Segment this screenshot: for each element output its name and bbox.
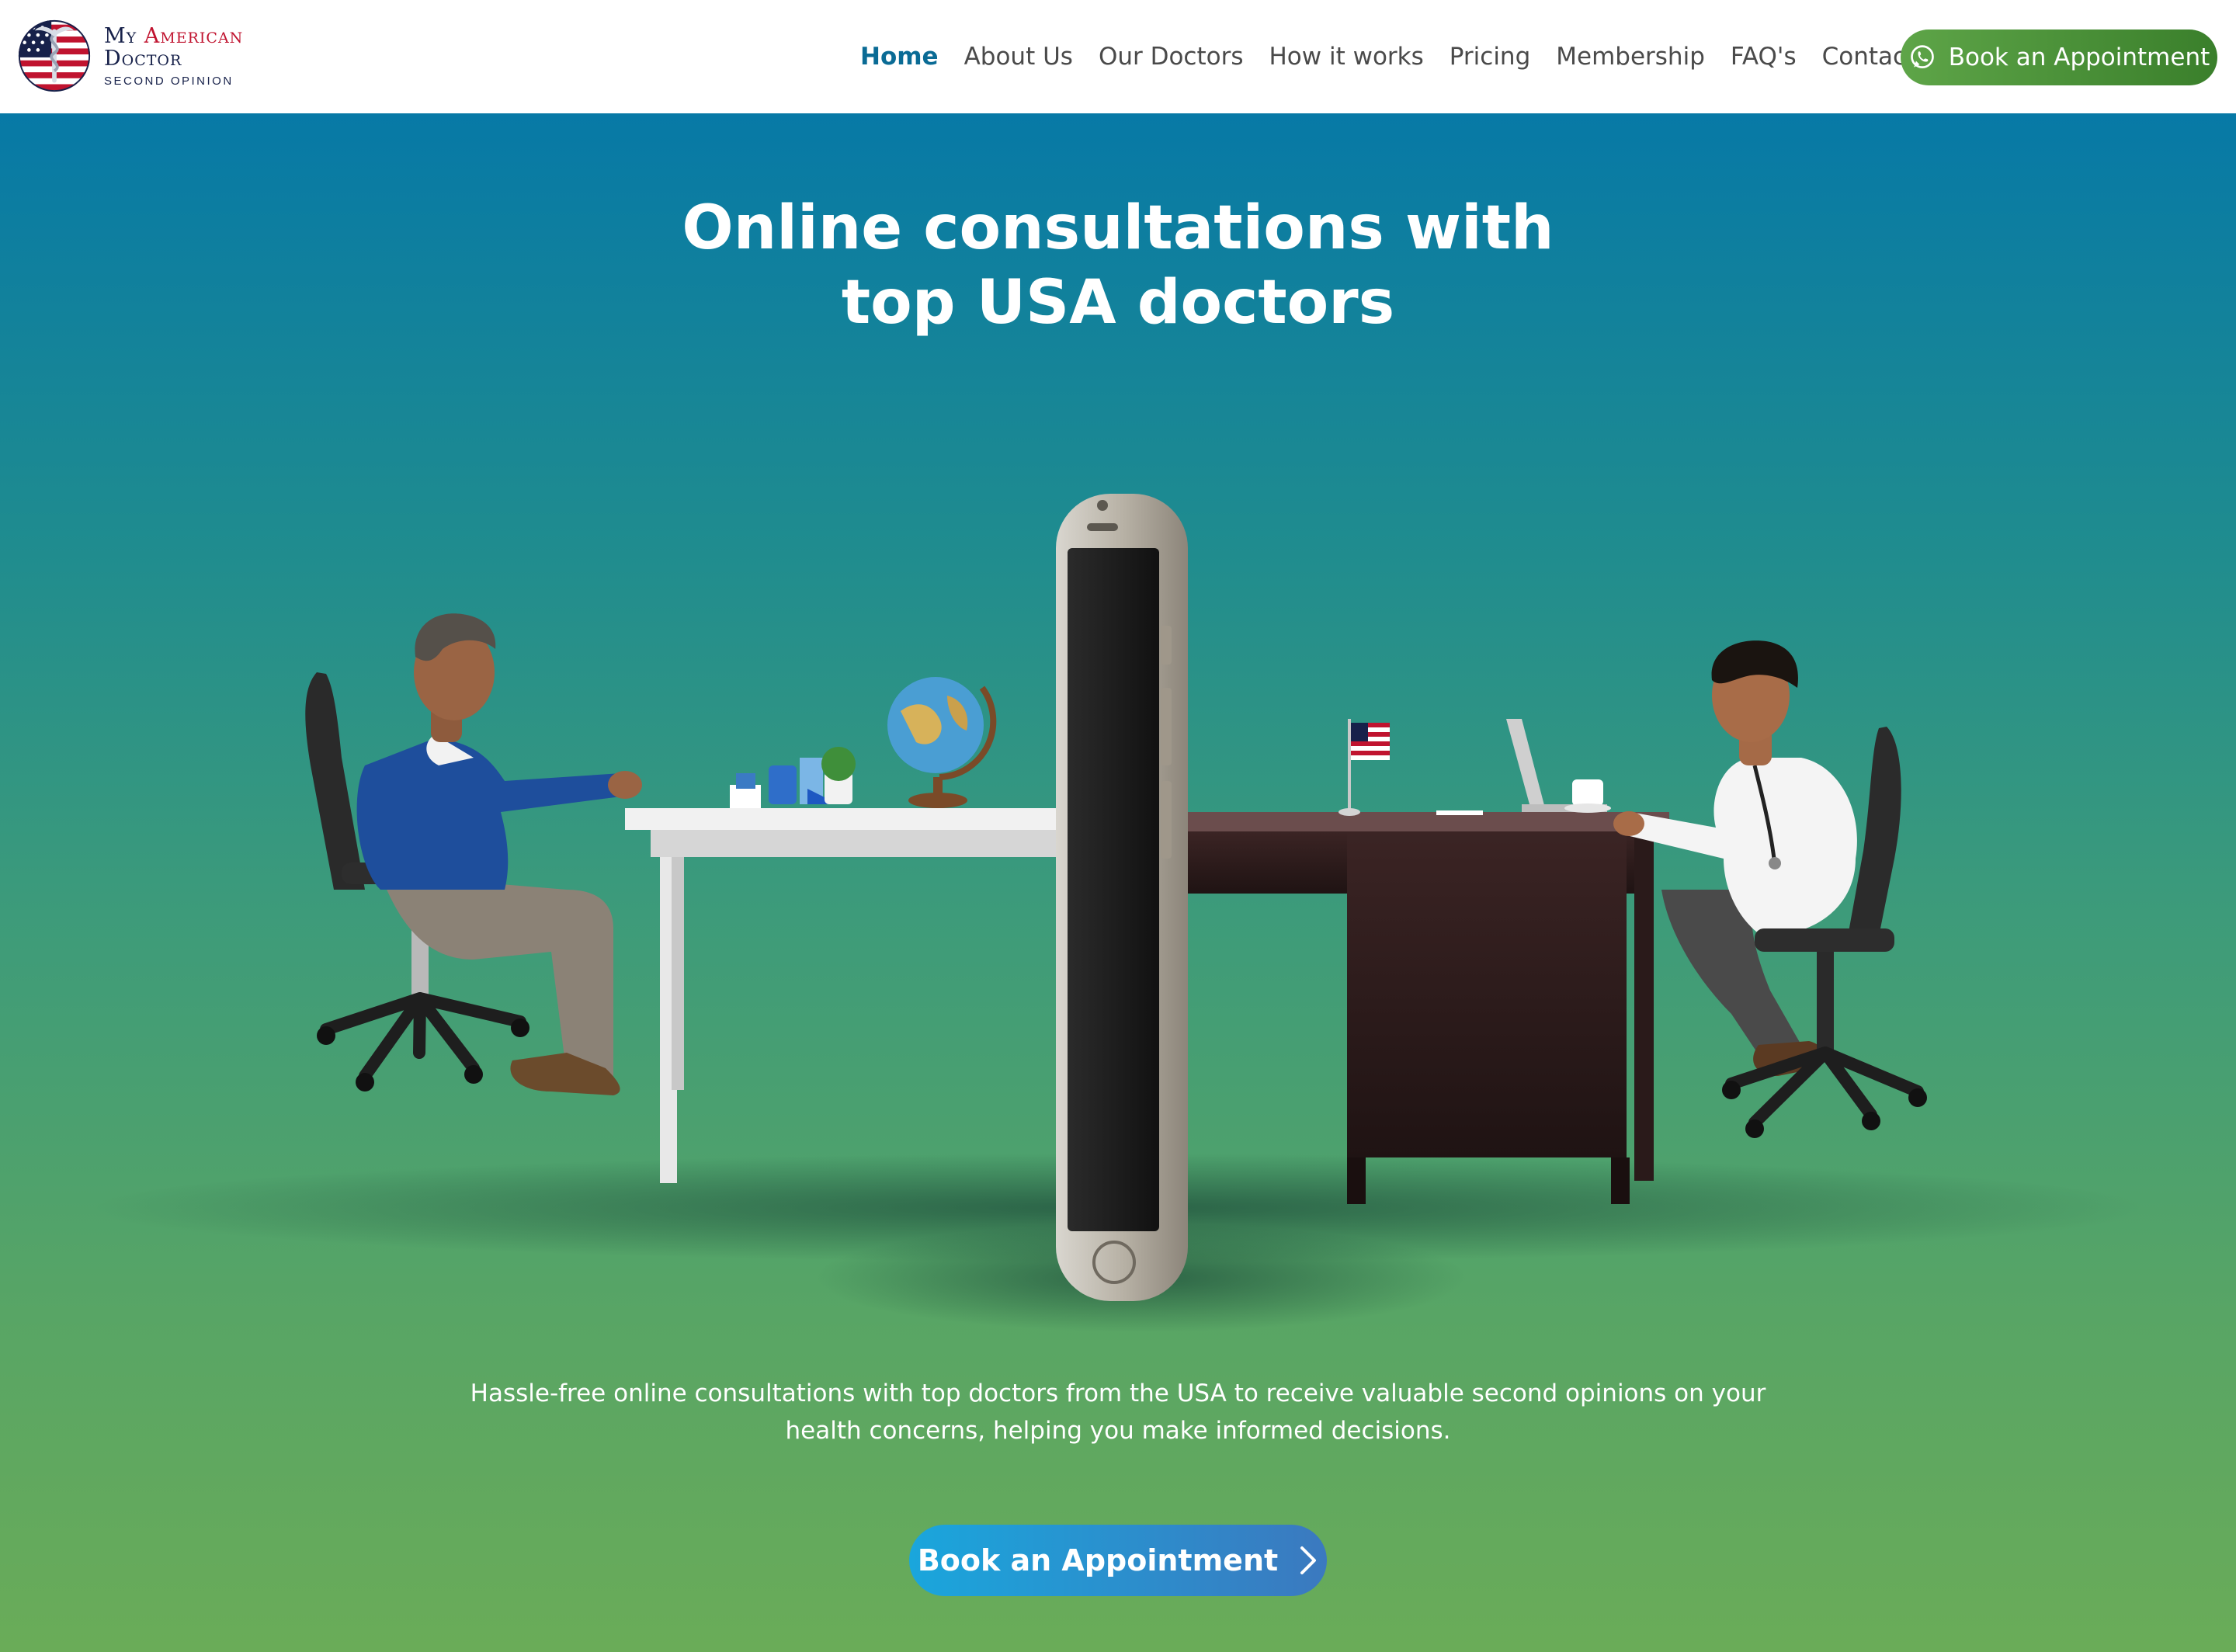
whatsapp-icon bbox=[1910, 45, 1934, 68]
hero-illustration bbox=[85, 494, 2151, 1332]
nav-about-us[interactable]: About Us bbox=[964, 43, 1073, 71]
brand-name-american: American bbox=[144, 23, 244, 48]
doctor-desk bbox=[1188, 812, 1669, 1204]
desk-items-right bbox=[1338, 719, 1611, 816]
hero-title-line2: top USA doctors bbox=[841, 268, 1395, 338]
hero-title: Online consultations with top USA doctor… bbox=[0, 191, 2236, 340]
logo-flag-badge-icon bbox=[18, 19, 91, 92]
hero-book-appointment-button[interactable]: Book an Appointment bbox=[909, 1525, 1327, 1596]
hero-book-appointment-label: Book an Appointment bbox=[917, 1543, 1279, 1577]
hero-description: Hassle-free online consultations with to… bbox=[0, 1375, 2236, 1449]
brand-name-line2: Doctor bbox=[104, 46, 182, 71]
hero-title-line1: Online consultations with bbox=[682, 193, 1554, 263]
nav-our-doctors[interactable]: Our Doctors bbox=[1099, 43, 1244, 71]
brand-logo[interactable]: My American Doctor Second Opinion bbox=[17, 19, 243, 93]
hero-section: Online consultations with top USA doctor… bbox=[0, 113, 2236, 1652]
hero-description-line1: Hassle-free online consultations with to… bbox=[470, 1380, 1766, 1407]
nav-home[interactable]: Home bbox=[860, 43, 939, 71]
nav-how-it-works[interactable]: How it works bbox=[1269, 43, 1423, 71]
site-header: My American Doctor Second Opinion Home A… bbox=[0, 0, 2236, 113]
main-nav: Home About Us Our Doctors How it works P… bbox=[860, 0, 1979, 113]
patient-desk bbox=[625, 808, 1122, 1183]
header-book-appointment-button[interactable]: Book an Appointment bbox=[1901, 30, 2217, 85]
giant-smartphone bbox=[1056, 494, 1188, 1301]
brand-wordmark: My American Doctor Second Opinion bbox=[104, 26, 243, 87]
brand-name-my: My bbox=[104, 23, 144, 48]
nav-faqs[interactable]: FAQ's bbox=[1731, 43, 1797, 71]
chevron-right-icon bbox=[1300, 1546, 1317, 1574]
nav-membership[interactable]: Membership bbox=[1556, 43, 1705, 71]
nav-pricing[interactable]: Pricing bbox=[1450, 43, 1531, 71]
brand-tagline: Second Opinion bbox=[104, 74, 234, 88]
header-book-appointment-label: Book an Appointment bbox=[1948, 43, 2210, 71]
hero-description-line2: health concerns, helping you make inform… bbox=[785, 1417, 1451, 1445]
brand-name-line1: My American bbox=[104, 26, 243, 47]
desk-items-left bbox=[730, 677, 997, 808]
